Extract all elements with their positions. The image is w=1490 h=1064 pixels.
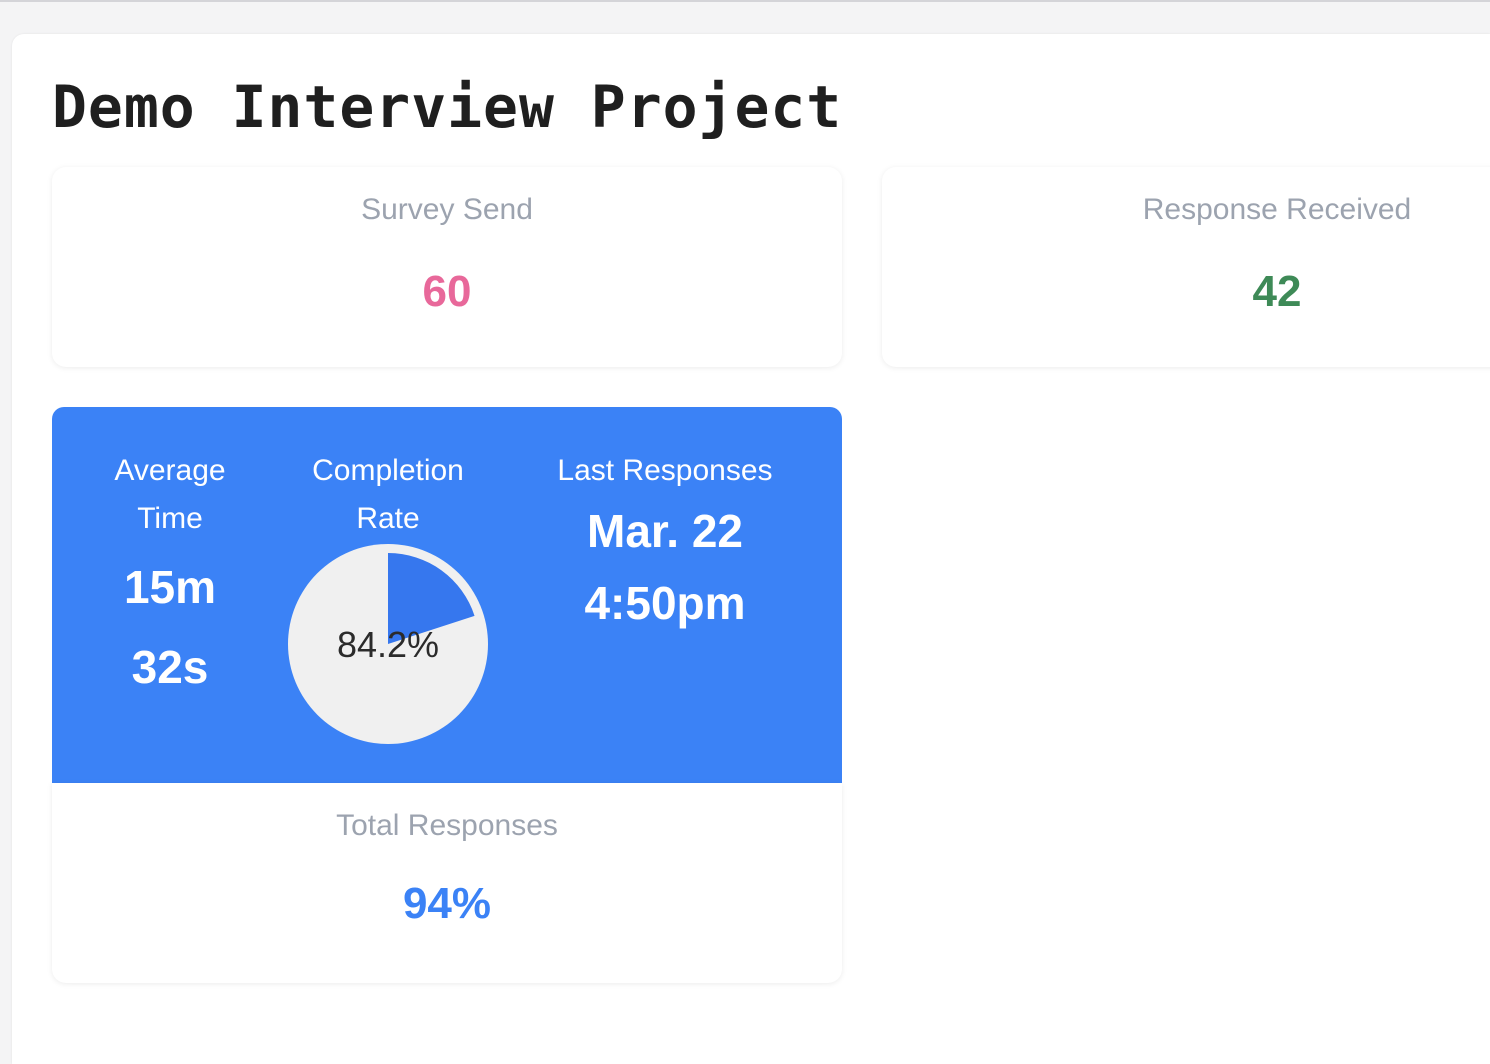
last-responses-date: Mar. 22 <box>587 505 743 557</box>
response-received-card: Response Received 42 <box>882 167 1490 367</box>
survey-send-label: Survey Send <box>361 193 533 226</box>
completion-rate-pie: 84.2% <box>288 544 488 744</box>
completion-rate-label-line1: Completion <box>312 454 464 487</box>
project-panel: Demo Interview Project Survey Send 60 Re… <box>12 34 1490 1064</box>
total-responses-value: 94% <box>402 879 492 928</box>
average-time-value-line2: 32s <box>131 641 209 693</box>
average-time-value-line1: 15m <box>123 561 217 613</box>
average-time-label-line2: Time <box>137 502 203 535</box>
last-responses-time: 4:50pm <box>584 577 746 629</box>
average-time-metric: Average Time 15m 32s <box>90 447 250 703</box>
completion-rate-metric: Completion Rate <box>288 447 488 543</box>
completion-rate-label-line2: Rate <box>356 502 420 535</box>
last-responses-label: Last Responses <box>557 454 773 487</box>
page-title: Demo Interview Project <box>52 73 843 141</box>
survey-send-card: Survey Send 60 <box>52 167 842 367</box>
metrics-panel: Average Time 15m 32s Completion Rate 84.… <box>52 407 842 783</box>
total-responses-card: Total Responses 94% <box>52 783 842 983</box>
average-time-label-line1: Average <box>114 454 226 487</box>
top-divider <box>0 0 1490 2</box>
response-received-label: Response Received <box>1142 193 1412 226</box>
total-responses-label: Total Responses <box>336 809 558 842</box>
completion-rate-pie-svg <box>288 544 488 744</box>
last-responses-metric: Last Responses Mar. 22 4:50pm <box>522 447 808 639</box>
survey-send-value: 60 <box>422 267 472 316</box>
response-received-value: 42 <box>1252 267 1302 316</box>
